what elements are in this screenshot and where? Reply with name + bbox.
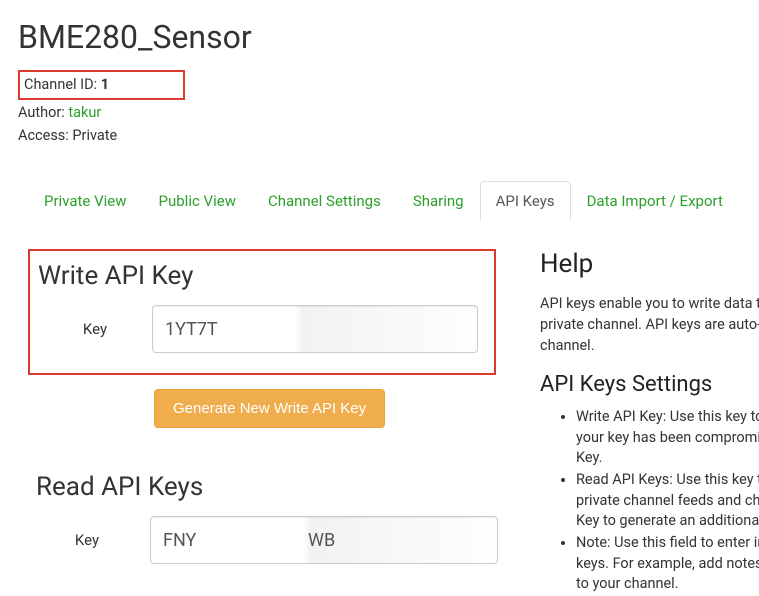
channel-id-label: Channel ID: (24, 76, 101, 93)
help-settings-heading: API Keys Settings (540, 372, 759, 397)
help-item-write-l1: Write API Key: Use this key to writ (576, 408, 759, 425)
tab-api-keys[interactable]: API Keys (480, 181, 571, 221)
channel-meta: Channel ID: 1 Author: takur Access: Priv… (18, 70, 759, 147)
help-item-read-l2: private channel feeds and charts. (576, 492, 759, 509)
tab-data-import-export[interactable]: Data Import / Export (571, 181, 739, 221)
help-heading: Help (540, 249, 759, 279)
tabs: Private View Public View Channel Setting… (18, 181, 759, 221)
channel-id-value: 1 (101, 76, 109, 93)
access-label: Access: (18, 127, 72, 144)
read-api-keys-section: Read API Keys Key (36, 472, 498, 564)
write-api-key-input[interactable] (152, 305, 478, 353)
help-item-write-l3: Key. (576, 449, 602, 466)
help-item-note-l1: Note: Use this field to enter inforn (576, 534, 759, 551)
access-value: Private (72, 127, 117, 144)
help-item-read-l3: Key to generate an additional rea (576, 512, 759, 529)
write-key-label: Key (38, 320, 152, 338)
page-title: BME280_Sensor (18, 18, 759, 56)
write-api-key-heading: Write API Key (38, 261, 478, 291)
author-label: Author: (18, 104, 68, 121)
read-api-keys-heading: Read API Keys (36, 472, 498, 502)
help-item-note-l2: keys. For example, add notes to k (576, 555, 759, 572)
help-item-read: Read API Keys: Use this key to all priva… (576, 470, 759, 531)
help-item-write-l2: your key has been compromised, (576, 429, 759, 446)
read-key-label: Key (24, 531, 150, 549)
write-api-key-box: Write API Key Key (28, 249, 496, 375)
generate-write-key-button[interactable]: Generate New Write API Key (154, 389, 385, 428)
author-row: Author: takur (18, 102, 759, 124)
tab-private-view[interactable]: Private View (28, 181, 143, 221)
channel-id-row: Channel ID: 1 (18, 70, 185, 100)
help-item-note: Note: Use this field to enter inforn key… (576, 533, 759, 594)
read-api-key-input[interactable] (150, 516, 498, 564)
help-item-write: Write API Key: Use this key to writ your… (576, 407, 759, 468)
read-key-row: Key (24, 516, 498, 564)
help-item-note-l3: to your channel. (576, 575, 679, 592)
help-intro-line1: API keys enable you to write data to a c… (540, 295, 759, 312)
help-intro: API keys enable you to write data to a c… (540, 293, 759, 356)
tab-channel-settings[interactable]: Channel Settings (252, 181, 397, 221)
access-row: Access: Private (18, 125, 759, 147)
author-link[interactable]: takur (68, 104, 101, 121)
help-panel: Help API keys enable you to write data t… (540, 249, 759, 596)
help-list: Write API Key: Use this key to writ your… (540, 407, 759, 594)
help-intro-line2: private channel. API keys are auto-gene (540, 316, 759, 333)
help-intro-line3: channel. (540, 337, 595, 354)
write-key-row: Key (38, 305, 478, 353)
help-item-read-l1: Read API Keys: Use this key to all (576, 471, 759, 488)
tab-sharing[interactable]: Sharing (397, 181, 480, 221)
tab-public-view[interactable]: Public View (143, 181, 252, 221)
